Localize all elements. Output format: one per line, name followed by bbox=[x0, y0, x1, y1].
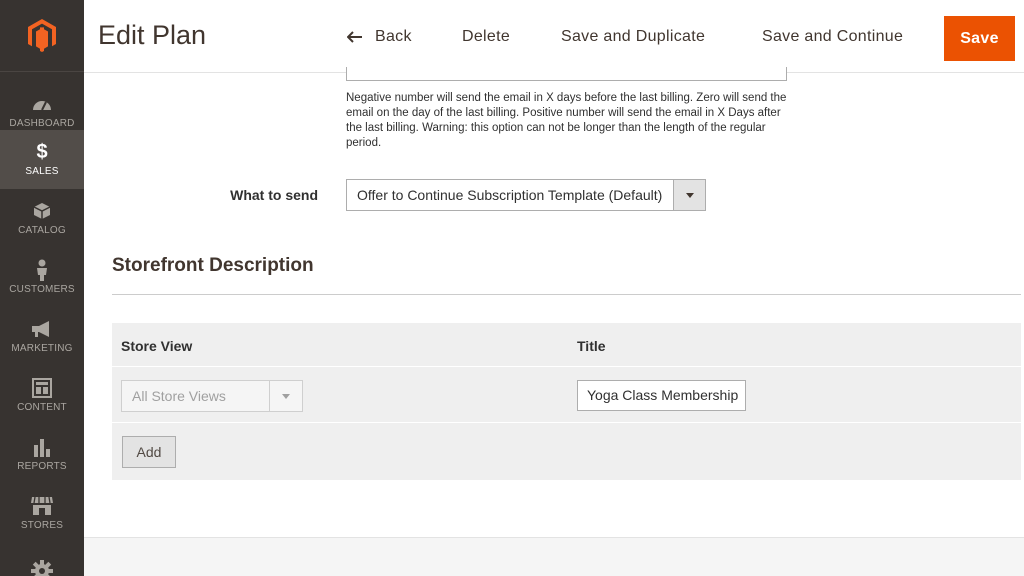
main-content: Negative number will send the email in X… bbox=[84, 67, 1024, 576]
page-header: Edit Plan Back Delete Save and Duplicate… bbox=[84, 0, 1024, 73]
sidebar-item-label: REPORTS bbox=[17, 461, 67, 472]
storefront-description-grid: Store View Title All Store Views Yoga Cl… bbox=[112, 323, 1021, 480]
sidebar-item-label: CATALOG bbox=[18, 225, 66, 236]
title-input[interactable]: Yoga Class Membership bbox=[577, 380, 746, 411]
what-to-send-label: What to send bbox=[230, 187, 318, 203]
page-footer bbox=[84, 537, 1024, 576]
section-title: Storefront Description bbox=[112, 255, 314, 276]
admin-sidebar: DASHBOARD $ SALES CATALOG CUSTOMERS MARK… bbox=[0, 0, 84, 576]
bar-chart-icon bbox=[32, 437, 52, 457]
delete-button[interactable]: Delete bbox=[462, 28, 510, 46]
sidebar-item-sales[interactable]: $ SALES bbox=[0, 130, 84, 189]
save-and-continue-button[interactable]: Save and Continue bbox=[762, 28, 903, 46]
table-row: All Store Views Yoga Class Membership bbox=[112, 366, 1021, 423]
sidebar-item-label: DASHBOARD bbox=[9, 118, 75, 129]
store-view-select[interactable]: All Store Views bbox=[121, 380, 303, 412]
column-header-title: Title bbox=[577, 338, 606, 354]
sidebar-item-label: CUSTOMERS bbox=[9, 284, 75, 295]
chevron-down-icon bbox=[673, 180, 705, 210]
sidebar-item-customers[interactable]: CUSTOMERS bbox=[0, 248, 84, 307]
back-button-label: Back bbox=[375, 28, 412, 45]
column-header-store-view: Store View bbox=[121, 338, 193, 354]
chevron-down-icon bbox=[269, 381, 302, 411]
save-and-duplicate-button[interactable]: Save and Duplicate bbox=[561, 28, 705, 46]
storefront-icon bbox=[30, 496, 54, 516]
sidebar-item-label: MARKETING bbox=[11, 343, 73, 354]
layout-icon bbox=[32, 378, 52, 398]
sidebar-item-system[interactable] bbox=[0, 543, 84, 576]
sidebar-item-reports[interactable]: REPORTS bbox=[0, 425, 84, 484]
grid-header: Store View Title bbox=[112, 323, 1021, 366]
page-title: Edit Plan bbox=[98, 20, 207, 50]
select-value: All Store Views bbox=[132, 388, 226, 404]
sidebar-item-label: CONTENT bbox=[17, 402, 67, 413]
back-button[interactable]: Back bbox=[347, 28, 412, 46]
sidebar-item-stores[interactable]: STORES bbox=[0, 484, 84, 543]
dollar-icon: $ bbox=[36, 141, 48, 163]
megaphone-icon bbox=[31, 319, 53, 339]
sidebar-item-catalog[interactable]: CATALOG bbox=[0, 189, 84, 248]
sidebar-item-label: STORES bbox=[20, 520, 64, 531]
section-divider bbox=[112, 294, 1021, 295]
sidebar-item-label: SALES bbox=[25, 166, 59, 177]
sidebar-item-content[interactable]: CONTENT bbox=[0, 366, 84, 425]
days-input[interactable] bbox=[346, 67, 787, 81]
arrow-left-icon bbox=[347, 31, 362, 43]
sidebar-item-marketing[interactable]: MARKETING bbox=[0, 307, 84, 366]
dashboard-icon bbox=[31, 94, 53, 114]
what-to-send-select[interactable]: Offer to Continue Subscription Template … bbox=[346, 179, 706, 211]
field-note: Negative number will send the email in X… bbox=[346, 92, 787, 149]
cube-icon bbox=[33, 201, 51, 221]
person-icon bbox=[35, 259, 49, 281]
save-button[interactable]: Save bbox=[944, 16, 1015, 61]
magento-logo-icon[interactable] bbox=[0, 0, 84, 72]
add-button[interactable]: Add bbox=[122, 436, 176, 468]
gear-icon bbox=[31, 559, 53, 576]
select-value: Offer to Continue Subscription Template … bbox=[357, 187, 663, 203]
